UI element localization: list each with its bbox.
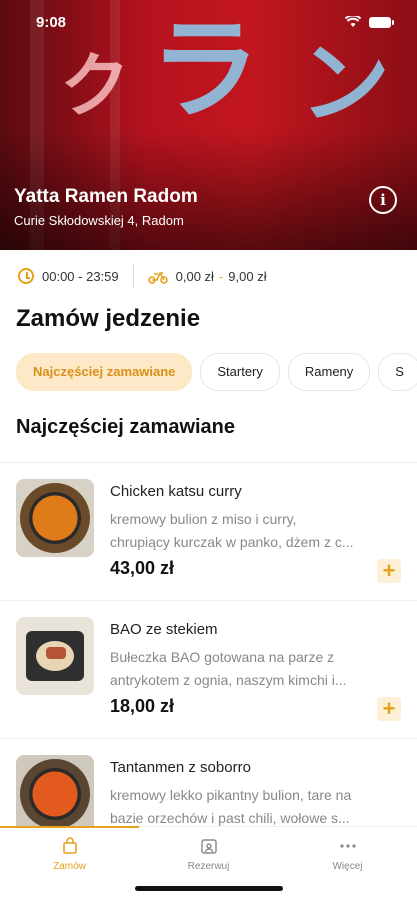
item-description: kremowy lekko pikantny bulion, tare na b… bbox=[110, 784, 390, 830]
delivery-fee-min: 0,00 zł bbox=[175, 268, 214, 284]
info-icon: i bbox=[380, 191, 386, 209]
tab-reserve-label: Rezerwuj bbox=[187, 861, 230, 872]
tab-most-ordered[interactable]: Najczęściej zamawiane bbox=[16, 353, 193, 391]
plus-icon: + bbox=[382, 696, 396, 721]
battery-icon bbox=[369, 16, 394, 28]
tab-order[interactable]: Zamów bbox=[0, 837, 139, 872]
more-dots-icon bbox=[339, 844, 356, 848]
item-name: Tantanmen z soborro bbox=[110, 759, 251, 776]
item-name: BAO ze stekiem bbox=[110, 621, 218, 638]
menu-item[interactable]: Chicken katsu curry kremowy bulion z mis… bbox=[0, 462, 417, 601]
item-photo bbox=[16, 617, 94, 695]
tab-reserve[interactable]: Rezerwuj bbox=[139, 837, 278, 872]
restaurant-address: Curie Skłodowskiej 4, Radom bbox=[14, 213, 184, 228]
reservation-icon bbox=[200, 839, 217, 854]
tab-more-label: Więcej bbox=[332, 861, 363, 872]
scooter-icon bbox=[147, 272, 168, 284]
status-time: 9:08 bbox=[36, 14, 67, 31]
tab-ramen[interactable]: Rameny bbox=[287, 353, 371, 391]
opening-hours: 00:00 - 23:59 bbox=[42, 268, 119, 284]
item-photo bbox=[16, 755, 94, 833]
active-tab-indicator bbox=[0, 826, 139, 828]
item-price: 43,00 zł bbox=[110, 558, 175, 578]
page-title: Zamów jedzenie bbox=[16, 305, 201, 332]
plus-icon: + bbox=[382, 558, 396, 583]
add-to-cart-button[interactable]: + bbox=[377, 559, 401, 583]
wifi-icon bbox=[345, 16, 361, 27]
item-photo bbox=[16, 479, 94, 557]
info-button[interactable]: i bbox=[369, 186, 397, 214]
add-to-cart-button[interactable]: + bbox=[377, 697, 401, 721]
shopping-bag-icon bbox=[62, 837, 77, 854]
item-description-line: antrykotem z ognia, naszym kimchi i... bbox=[110, 672, 347, 688]
range-dash: - bbox=[218, 268, 224, 284]
tab-next[interactable]: S bbox=[378, 353, 417, 391]
section-title: Najczęściej zamawiane bbox=[16, 416, 236, 438]
item-description: kremowy bulion z miso i curry, chrupiący… bbox=[110, 508, 390, 554]
tab-starters[interactable]: Startery bbox=[200, 353, 280, 391]
restaurant-name: Yatta Ramen Radom bbox=[14, 186, 198, 207]
info-row: 00:00 - 23:59 0,00 zł - 9,00 zł bbox=[18, 262, 267, 290]
tab-order-label: Zamów bbox=[53, 861, 86, 872]
status-bar: 9:08 bbox=[0, 10, 417, 34]
status-icons bbox=[345, 16, 394, 28]
delivery-fee-max: 9,00 zł bbox=[228, 268, 267, 284]
item-name: Chicken katsu curry bbox=[110, 483, 242, 500]
clock-icon bbox=[18, 268, 34, 284]
item-description-line: kremowy bulion z miso i curry, bbox=[110, 511, 297, 527]
item-description-line: kremowy lekko pikantny bulion, tare na bbox=[110, 787, 352, 803]
home-indicator bbox=[135, 886, 283, 891]
tab-more[interactable]: Więcej bbox=[278, 837, 417, 872]
item-description-line: Bułeczka BAO gotowana na parze z bbox=[110, 649, 335, 665]
item-description-line: chrupiący kurczak w panko, dżem z c... bbox=[110, 534, 354, 550]
info-divider bbox=[132, 264, 134, 288]
item-price: 18,00 zł bbox=[110, 696, 175, 716]
category-tabs: Najczęściej zamawiane Startery Rameny S bbox=[16, 353, 417, 391]
menu-item[interactable]: BAO ze stekiem Bułeczka BAO gotowana na … bbox=[0, 600, 417, 739]
item-description: Bułeczka BAO gotowana na parze z antryko… bbox=[110, 646, 390, 692]
